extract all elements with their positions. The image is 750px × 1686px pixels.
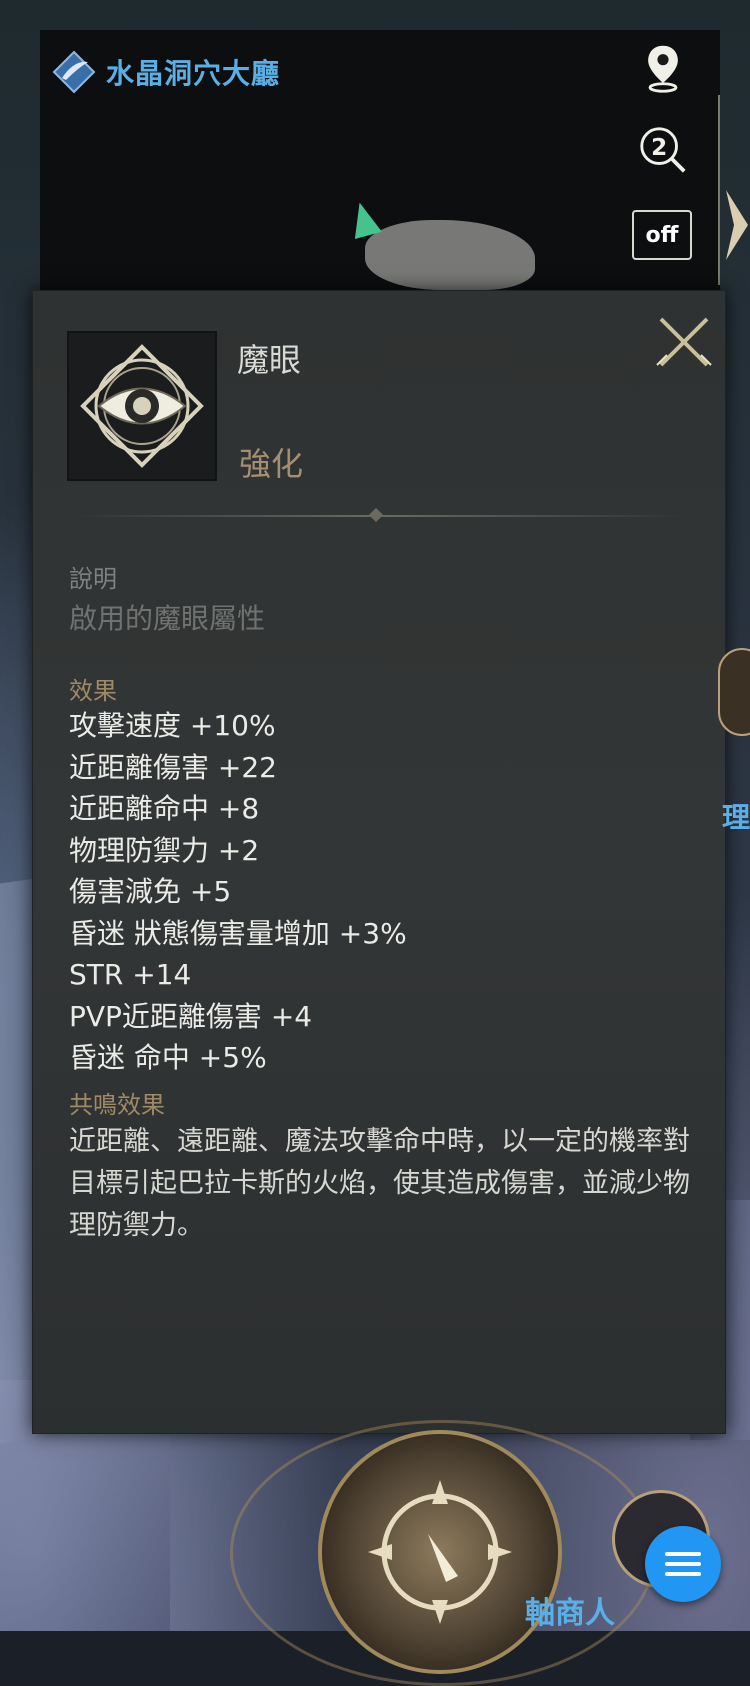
description-text: 啟用的魔眼屬性	[69, 602, 266, 635]
description-label: 說明	[69, 565, 117, 593]
compass-icon	[368, 1480, 512, 1624]
search-count-button[interactable]: 2	[635, 122, 691, 178]
effect-item: 傷害減免 +5	[69, 875, 232, 908]
auto-toggle-off-button[interactable]: off	[632, 210, 692, 260]
magic-eye-icon	[80, 344, 204, 468]
divider-ornament	[368, 507, 384, 523]
search-badge-number: 2	[651, 135, 667, 161]
player-position-arrow	[346, 198, 382, 240]
magnifier-icon: 2	[640, 127, 686, 173]
effect-item: 昏迷 狀態傷害量增加 +3%	[69, 916, 407, 950]
item-name: 魔眼	[237, 341, 302, 379]
item-detail-popup: 魔眼 強化 說明 啟用的魔眼屬性 效果 攻擊速度 +10% 近距離傷害 +22 …	[32, 290, 726, 1434]
resonance-label: 共鳴效果	[69, 1091, 165, 1119]
effect-item: 昏迷 命中 +5%	[69, 1041, 267, 1074]
effect-item: STR +14	[69, 958, 192, 991]
map-pin-icon	[648, 45, 678, 93]
compass-button[interactable]	[318, 1430, 562, 1674]
side-expand-arrow-icon[interactable]	[722, 190, 750, 260]
close-button[interactable]	[653, 311, 715, 373]
close-icon	[656, 317, 712, 367]
hamburger-icon	[665, 1552, 701, 1576]
menu-button[interactable]	[645, 1526, 721, 1602]
effect-item: 攻擊速度 +10%	[69, 709, 276, 742]
map-divider	[718, 95, 720, 285]
waypoint-button[interactable]	[635, 40, 691, 96]
npc-side-label: 理	[722, 801, 750, 834]
location-bar: 水晶洞穴大廳	[52, 50, 280, 94]
effect-item: 近距離命中 +8	[69, 792, 260, 825]
effect-item: PVP近距離傷害 +4	[69, 999, 313, 1033]
item-icon-frame	[67, 331, 217, 481]
resonance-text: 近距離、遠距離、魔法攻擊命中時，以一定的機率對目標引起巴拉卡斯的火焰，使其造成傷…	[69, 1126, 690, 1241]
effects-list: 攻擊速度 +10% 近距離傷害 +22 近距離命中 +8 物理防禦力 +2 傷害…	[69, 705, 407, 1079]
minimap-terrain	[365, 220, 535, 290]
npc-label: 軸商人	[525, 1596, 615, 1631]
npc-marker-icon[interactable]	[718, 648, 750, 736]
effects-label: 效果	[69, 677, 117, 705]
effect-item: 物理防禦力 +2	[69, 833, 260, 867]
feather-wing-icon	[52, 50, 96, 94]
location-title: 水晶洞穴大廳	[106, 57, 281, 90]
effect-item: 近距離傷害 +22	[69, 750, 277, 784]
item-grade: 強化	[239, 445, 304, 483]
